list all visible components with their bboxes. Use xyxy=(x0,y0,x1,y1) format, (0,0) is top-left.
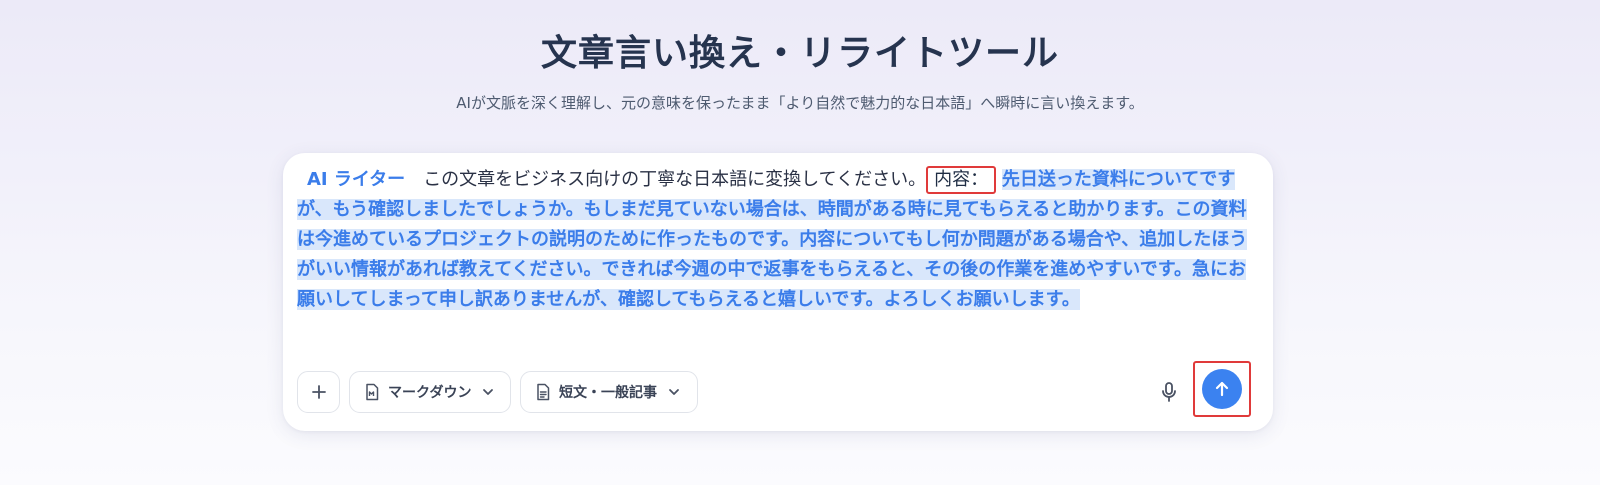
microphone-icon[interactable] xyxy=(1157,380,1181,404)
rewrite-input-card: AI ライター この文章をビジネス向けの丁寧な日本語に変換してください。 内容： 先… xyxy=(283,153,1273,431)
ai-writer-chip[interactable]: AI ライター xyxy=(297,169,415,190)
arrow-up-icon xyxy=(1215,381,1229,397)
composer-toolbar: マークダウン 短文・一般記事 xyxy=(297,361,1257,417)
add-button[interactable] xyxy=(297,371,340,413)
command-text: この文章をビジネス向けの丁寧な日本語に変換してください。 xyxy=(423,169,927,190)
chevron-down-icon xyxy=(669,389,679,395)
chevron-down-icon xyxy=(483,389,494,395)
send-button[interactable] xyxy=(1202,369,1242,409)
markdown-file-icon xyxy=(366,383,379,401)
prompt-editor[interactable]: AI ライター この文章をビジネス向けの丁寧な日本語に変換してください。 内容： 先… xyxy=(297,165,1252,345)
content-text: 先日送った資料についてですが、もう確認しましたでしょうか。もしまだ見ていない場合… xyxy=(297,169,1248,310)
content-key-label: 内容： xyxy=(926,166,997,194)
length-dropdown[interactable]: 短文・一般記事 xyxy=(520,371,698,413)
page-subtitle: AIが文脈を深く理解し、元の意味を保ったまま「より自然で魅力的な日本語」へ瞬時に… xyxy=(456,94,1144,112)
format-label: マークダウン xyxy=(388,385,472,401)
document-icon xyxy=(537,383,550,401)
send-button-highlight xyxy=(1193,361,1251,417)
length-label: 短文・一般記事 xyxy=(559,385,657,401)
format-dropdown[interactable]: マークダウン xyxy=(349,371,511,413)
page-title: 文章言い換え・リライトツール xyxy=(540,33,1059,74)
plus-icon xyxy=(311,385,326,399)
